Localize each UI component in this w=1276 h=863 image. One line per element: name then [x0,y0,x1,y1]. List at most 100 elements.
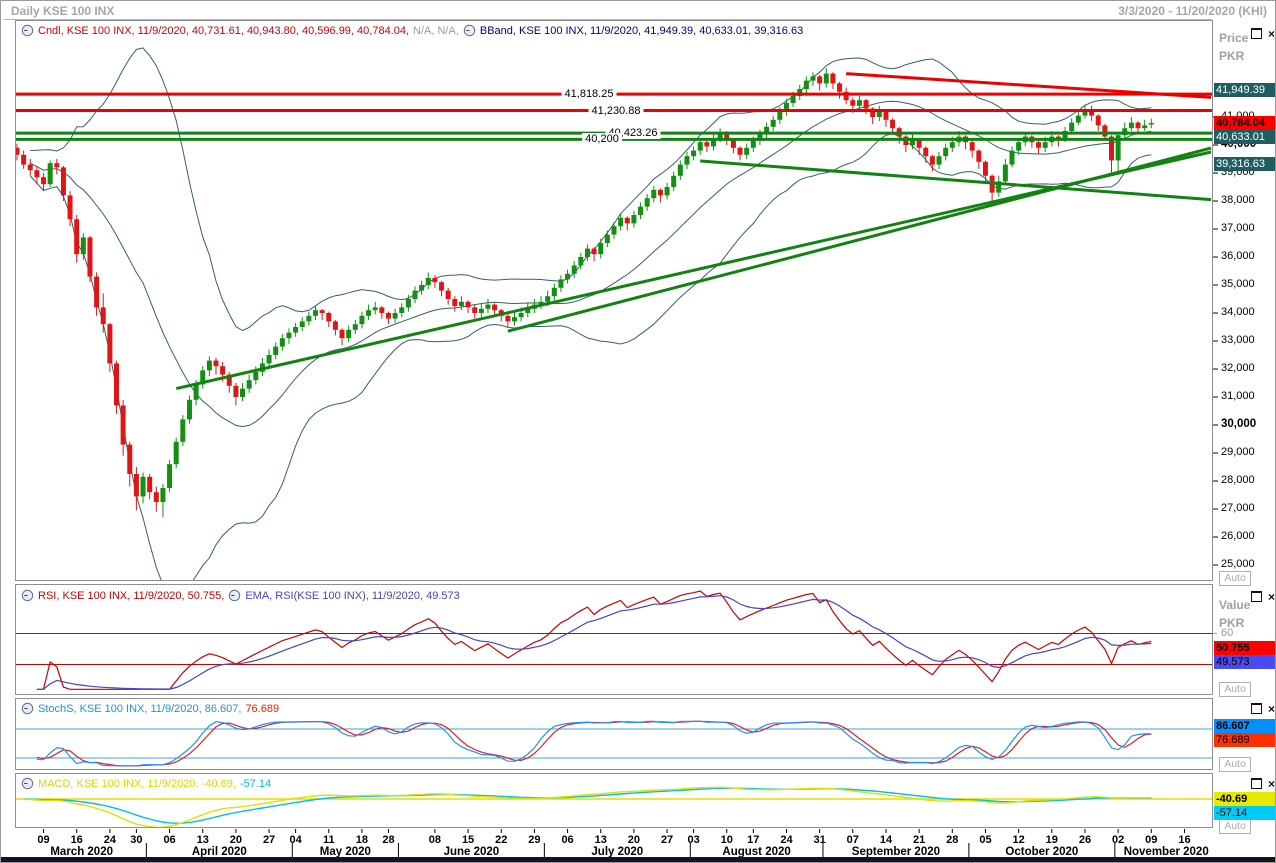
x-axis-day-label: 03 [687,834,700,846]
x-axis-day-label: 20 [229,834,243,846]
x-axis-day-label: 10 [720,834,733,846]
x-axis-day-label: 18 [355,834,369,846]
rsi-tick-60: 60 [1221,627,1234,639]
auto-scale-button[interactable]: Auto [1219,571,1251,586]
x-axis-day-label: 05 [979,834,992,846]
price-tick-label: 38,000 [1221,194,1255,206]
date-range: 3/3/2020 - 11/20/2020 (KHI) [1118,4,1267,18]
price-tick-label: 31,000 [1221,390,1255,402]
close-icon[interactable]: × [1268,28,1275,40]
legend-text: MACD, KSE 100 INX, 11/9/2020, -40.69, [38,777,236,790]
x-axis-day-label: 09 [1145,834,1158,846]
value-box: 41,949.39 [1214,83,1275,98]
x-axis-day-label: 06 [163,834,176,846]
legend-text: -57.14 [239,777,272,790]
x-axis-day-label: 06 [561,834,574,846]
auto-scale-button[interactable]: Auto [1219,757,1251,772]
value-box: -40.69 [1214,792,1275,807]
legend-text: EMA, RSI(KSE 100 INX), 11/9/2020, 49.573 [245,589,460,602]
x-axis-day-label: 21 [913,834,926,846]
x-axis-day-label: 28 [382,834,395,846]
legend-row: Cndl, KSE 100 INX, 11/9/2020, 40,731.61,… [21,24,803,37]
value-box: 86.607 [1214,718,1275,733]
restore-icon[interactable] [1251,778,1262,789]
value-box: 49.573 [1214,654,1275,669]
x-axis-day-label: 17 [747,834,760,846]
x-axis-day-label: 08 [428,834,442,846]
x-axis-day-label: 26 [1078,834,1092,846]
legend-toggle-icon[interactable] [463,24,476,37]
price-tick-label: 30,000 [1221,418,1257,430]
x-axis-day-label: 15 [461,834,475,846]
x-axis-day-label: 16 [1178,834,1191,846]
legend-toggle-icon[interactable] [21,24,34,37]
value-box: 40,784.04 [1214,116,1275,131]
price-axis-title: Price [1219,31,1249,45]
price-tick-label: 27,000 [1221,502,1255,514]
panel-window-controls: × [1251,778,1275,790]
x-axis-day-label: 11 [322,834,335,846]
price-tick-label: 37,000 [1221,222,1255,234]
legend-toggle-icon[interactable] [21,777,34,790]
legend-toggle-icon[interactable] [21,589,34,602]
restore-icon[interactable] [1251,703,1262,714]
close-icon[interactable]: × [1268,703,1275,715]
legend-text: 76.689 [245,702,280,715]
close-icon[interactable]: × [1268,778,1275,790]
price-tick-label: 33,000 [1221,334,1255,346]
legend-row: StochS, KSE 100 INX, 11/9/2020, 86.607, 7… [21,702,279,715]
window-title: Daily KSE 100 INX [11,4,115,18]
x-axis-day-label: 13 [196,834,209,846]
x-axis-day-label: 29 [528,834,541,846]
legend-text: BBand, KSE 100 INX, 11/9/2020, 41,949.39… [479,24,804,37]
legend-text: StochS, KSE 100 INX, 11/9/2020, 86.607, [38,702,242,715]
x-axis-day-label: 02 [1112,834,1125,846]
x-axis-day-label: 27 [262,834,276,846]
auto-scale-button[interactable]: Auto [1219,819,1251,834]
price-axis-currency: PKR [1219,49,1245,63]
x-axis-day-label: 31 [813,834,826,846]
x-axis-day-label: 13 [594,834,607,846]
auto-scale-button[interactable]: Auto [1219,682,1251,697]
level-label: 41,230.88 [588,104,644,117]
level-label: 41,818.25 [561,88,617,101]
legend-text: RSI, KSE 100 INX, 11/9/2020, 50.755, [38,589,225,602]
legend-toggle-icon[interactable] [21,702,34,715]
price-tick-label: 28,000 [1221,474,1255,486]
x-axis-day-label: 07 [846,834,859,846]
legend-row: RSI, KSE 100 INX, 11/9/2020, 50.755, EMA,… [21,589,460,602]
price-tick-label: 29,000 [1221,446,1255,458]
value-box: -57.14 [1214,806,1275,821]
value-box: 50.755 [1214,640,1275,655]
chart-window: Daily KSE 100 INX 3/3/2020 - 11/20/2020 … [0,0,1276,863]
price-tick-label: 26,000 [1221,530,1255,542]
x-axis-day-label: 22 [495,834,508,846]
x-axis-day-label: 09 [37,834,50,846]
x-axis-day-label: 16 [70,834,83,846]
x-axis-day-label: 28 [946,834,959,846]
x-axis-day-label: 24 [780,834,793,846]
close-icon[interactable]: × [1268,591,1275,603]
x-axis-day-label: 14 [879,834,893,846]
x-axis-day-label: 12 [1012,834,1025,846]
level-label: 40,200 [582,133,622,146]
price-tick-label: 34,000 [1221,306,1255,318]
price-tick-label: 36,000 [1221,250,1255,262]
legend-text: N/A, N/A, [413,24,459,37]
price-tick-label: 25,000 [1221,558,1255,570]
x-axis-day-label: 24 [103,834,116,846]
x-axis-day-label: 27 [660,834,674,846]
bottom-window-bar [1,857,1275,862]
rsi-axis-title: Value [1219,598,1251,612]
x-axis-day-label: 04 [289,834,302,846]
panel-window-controls: × [1251,591,1275,603]
value-box: 39,316.63 [1214,157,1275,172]
legend-toggle-icon[interactable] [228,589,241,602]
restore-icon[interactable] [1251,591,1262,602]
value-box: 40,633.01 [1214,130,1275,145]
legend-text: Cndl, KSE 100 INX, 11/9/2020, 40,731.61,… [38,24,410,37]
x-axis-day-label: 20 [627,834,641,846]
restore-icon[interactable] [1251,28,1262,39]
value-box: 76.689 [1214,732,1275,747]
x-axis-day-label: 30 [130,834,143,846]
